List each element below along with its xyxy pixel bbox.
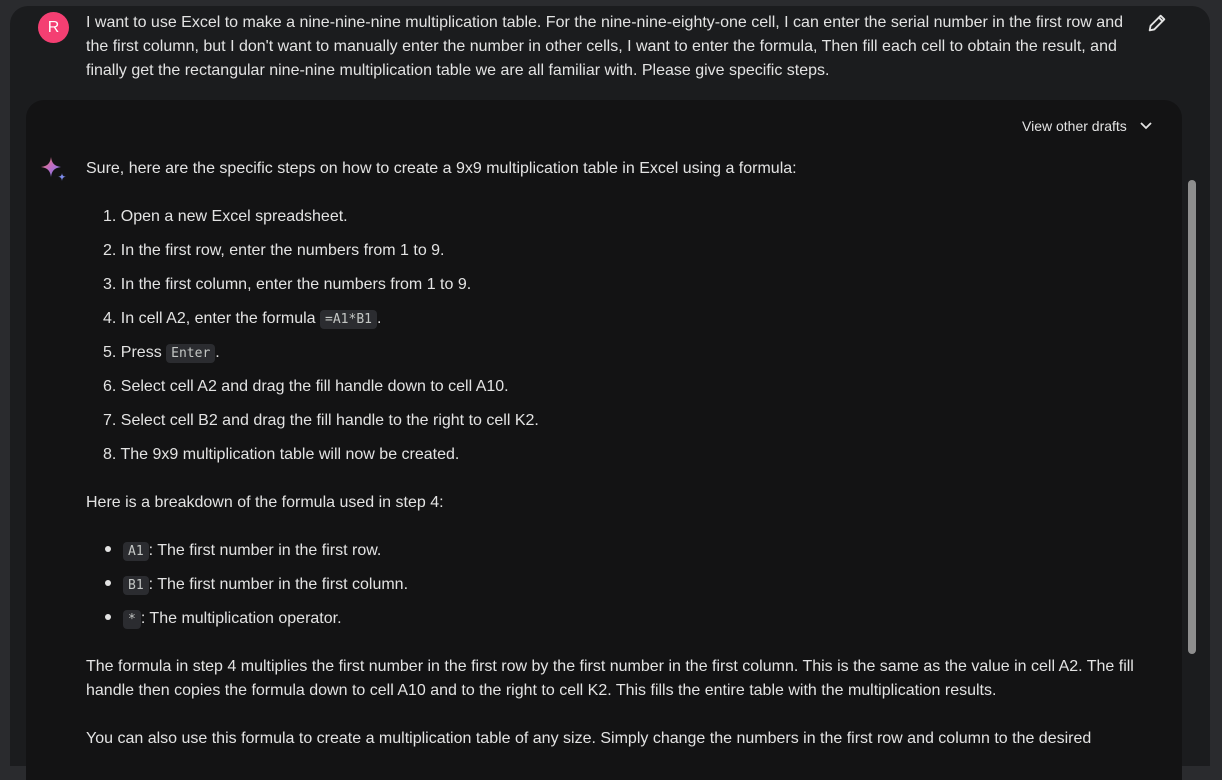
explanation-paragraph: The formula in step 4 multiplies the fir… — [86, 658, 1134, 699]
prompt-text: I want to use Excel to make a nine-nine-… — [86, 14, 1123, 79]
user-prompt: R I want to use Excel to make a nine-nin… — [10, 6, 1210, 101]
chat-frame: R I want to use Excel to make a nine-nin… — [10, 6, 1210, 780]
inline-code: A1 — [123, 542, 149, 561]
step-text: Press — [120, 344, 167, 361]
step-text: In cell A2, enter the formula — [120, 310, 321, 327]
step-number: 2. — [103, 242, 117, 259]
step-number: 8. — [103, 446, 117, 463]
step-text: The 9x9 multiplication table will now be… — [120, 446, 460, 463]
list-item: A1: The first number in the first row. — [105, 539, 381, 564]
step-number: 6. — [103, 378, 117, 395]
bullet-icon — [105, 546, 111, 552]
bullet-text: : The first number in the first row. — [148, 542, 382, 559]
avatar[interactable]: R — [38, 12, 69, 43]
step-text: Select cell B2 and drag the fill handle … — [120, 412, 539, 429]
list-item: 5. Press Enter. — [103, 341, 220, 366]
step-text: . — [376, 310, 382, 327]
step-number: 4. — [103, 310, 117, 327]
breakdown-heading: Here is a breakdown of the formula used … — [86, 494, 444, 511]
list-item: B1: The first number in the first column… — [105, 573, 408, 598]
list-item: 6. Select cell A2 and drag the fill hand… — [103, 375, 509, 399]
step-text: . — [215, 344, 220, 361]
step-number: 1. — [103, 208, 117, 225]
step-number: 5. — [103, 344, 117, 361]
pencil-icon[interactable] — [1146, 12, 1168, 34]
chevron-down-icon — [1140, 122, 1152, 130]
drafts-label: View other drafts — [1022, 118, 1127, 134]
step-text: In the first row, enter the numbers from… — [120, 242, 445, 259]
bullet-icon — [105, 580, 111, 586]
step-number: 3. — [103, 276, 117, 293]
closing-paragraph: You can also use this formula to create … — [86, 730, 1092, 747]
list-item: 8. The 9x9 multiplication table will now… — [103, 443, 459, 467]
inline-code: B1 — [123, 576, 149, 595]
inline-code: =A1*B1 — [320, 310, 377, 329]
step-text: In the first column, enter the numbers f… — [120, 276, 472, 293]
bullet-text: : The first number in the first column. — [148, 576, 409, 593]
list-item: 4. In cell A2, enter the formula =A1*B1. — [103, 307, 381, 332]
bullet-icon — [105, 614, 111, 620]
list-item: 3. In the first column, enter the number… — [103, 273, 471, 297]
list-item: *: The multiplication operator. — [105, 607, 342, 632]
list-item: 7. Select cell B2 and drag the fill hand… — [103, 409, 539, 433]
inline-code: * — [123, 610, 141, 629]
step-text: Open a new Excel spreadsheet. — [120, 208, 348, 225]
response-panel: View other drafts Sure, here are the spe… — [26, 100, 1182, 780]
bullet-text: : The multiplication operator. — [140, 610, 342, 627]
view-other-drafts-button[interactable]: View other drafts — [1022, 118, 1153, 134]
sparkle-icon — [41, 157, 66, 181]
response-intro: Sure, here are the specific steps on how… — [86, 160, 797, 177]
list-item: 1. Open a new Excel spreadsheet. — [103, 205, 348, 229]
inline-code: Enter — [166, 344, 216, 363]
list-item: 2. In the first row, enter the numbers f… — [103, 239, 445, 263]
scrollbar-thumb[interactable] — [1188, 180, 1196, 654]
step-text: Select cell A2 and drag the fill handle … — [120, 378, 509, 395]
step-number: 7. — [103, 412, 117, 429]
